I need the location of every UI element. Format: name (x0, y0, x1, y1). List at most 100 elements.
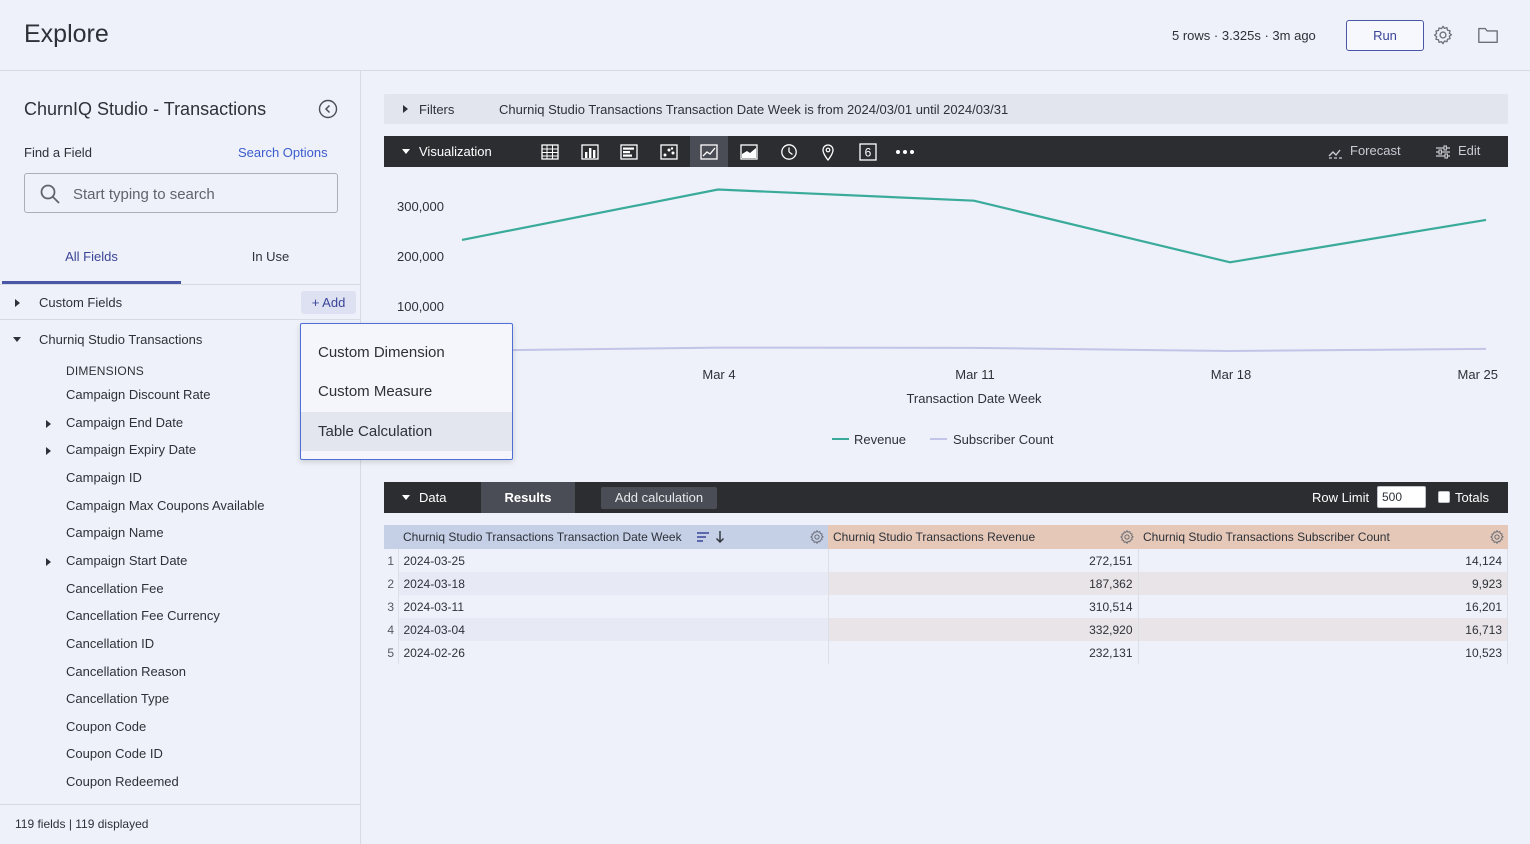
map-pin-icon[interactable] (809, 136, 847, 167)
x-tick-label: Mar 18 (1211, 367, 1251, 382)
table-row[interactable]: 1 2024-03-25 272,151 14,124 (384, 549, 1508, 572)
cell-subscriber-count[interactable]: 16,201 (1138, 595, 1508, 618)
custom-fields-label: Custom Fields (39, 295, 123, 310)
collapse-sidebar-icon[interactable] (318, 99, 338, 119)
cell-date-week[interactable]: 2024-03-18 (398, 572, 829, 595)
settings-sliders-icon[interactable] (1435, 145, 1451, 159)
menu-item-table-calculation[interactable]: Table Calculation (301, 412, 512, 451)
sidebar-field-item[interactable]: Campaign Start Date (66, 553, 187, 568)
run-button[interactable]: Run (1346, 20, 1424, 51)
table-row[interactable]: 2 2024-03-18 187,362 9,923 (384, 572, 1508, 595)
add-custom-field-button[interactable]: + Add (301, 291, 356, 314)
sidebar-field-item[interactable]: Cancellation ID (66, 636, 154, 651)
row-number: 3 (384, 595, 399, 618)
forecast-icon[interactable] (1328, 145, 1344, 159)
results-table: Churniq Studio Transactions Transaction … (384, 525, 1508, 664)
table-header-row: Churniq Studio Transactions Transaction … (384, 525, 1508, 549)
caret-right-icon[interactable] (15, 299, 20, 307)
folder-icon[interactable] (1477, 25, 1499, 45)
sort-descending-icon[interactable] (715, 530, 725, 544)
sidebar-field-item[interactable]: Campaign Max Coupons Available (66, 498, 265, 513)
cell-revenue[interactable]: 187,362 (828, 572, 1139, 595)
gear-icon[interactable] (1489, 529, 1505, 545)
caret-down-icon[interactable] (402, 495, 410, 500)
caret-right-icon[interactable] (46, 558, 51, 566)
table-row[interactable]: 4 2024-03-04 332,920 16,713 (384, 618, 1508, 641)
menu-item-custom-measure[interactable]: Custom Measure (301, 372, 512, 411)
caret-right-icon[interactable] (46, 447, 51, 455)
gear-icon[interactable] (809, 529, 825, 545)
cell-date-week[interactable]: 2024-03-11 (398, 595, 829, 618)
sidebar-field-item[interactable]: Campaign End Date (66, 415, 183, 430)
sidebar-field-item[interactable]: Campaign ID (66, 470, 142, 485)
sidebar-field-item[interactable]: Coupon Redeemed (66, 774, 179, 789)
search-box[interactable] (24, 173, 338, 213)
sidebar-field-item[interactable]: Cancellation Fee (66, 581, 164, 596)
sidebar-field-item[interactable]: Cancellation Type (66, 691, 169, 706)
table-icon[interactable] (531, 136, 569, 167)
table-row[interactable]: 3 2024-03-11 310,514 16,201 (384, 595, 1508, 618)
cell-subscriber-count[interactable]: 16,713 (1138, 618, 1508, 641)
single-value-icon[interactable]: 6 (849, 136, 887, 167)
menu-item-custom-dimension[interactable]: Custom Dimension (301, 333, 512, 372)
sidebar-field-item[interactable]: Campaign Expiry Date (66, 442, 196, 457)
row-limit-input[interactable]: 500 (1377, 486, 1426, 508)
cell-subscriber-count[interactable]: 9,923 (1138, 572, 1508, 595)
sidebar-field-item[interactable]: Campaign Name (66, 525, 164, 540)
cell-revenue[interactable]: 232,131 (828, 641, 1139, 664)
y-tick-label: 200,000 (397, 249, 444, 264)
sidebar-title: ChurnIQ Studio - Transactions (24, 99, 267, 119)
caret-down-icon[interactable] (402, 149, 410, 154)
table-row[interactable]: 5 2024-02-26 232,131 10,523 (384, 641, 1508, 664)
y-tick-label: 300,000 (397, 199, 444, 214)
pie-chart-icon[interactable] (770, 136, 808, 167)
run-stats: 5 rows · 3.325s · 3m ago (1172, 28, 1316, 43)
cell-revenue[interactable]: 272,151 (828, 549, 1139, 572)
custom-fields-row[interactable]: Custom Fields + Add (0, 286, 361, 320)
filters-bar[interactable]: Filters Churniq Studio Transactions Tran… (384, 94, 1508, 124)
column-header-subscriber-count[interactable]: Churniq Studio Transactions Subscriber C… (1138, 525, 1508, 549)
sidebar-field-item[interactable]: Cancellation Fee Currency (66, 608, 220, 623)
pivot-icon[interactable] (696, 531, 710, 543)
column-header-revenue[interactable]: Churniq Studio Transactions Revenue (828, 525, 1138, 549)
column-chart-icon[interactable] (571, 136, 609, 167)
explore-view-label[interactable]: Churniq Studio Transactions (39, 332, 202, 347)
caret-down-icon[interactable] (13, 337, 21, 342)
edit-button[interactable]: Edit (1458, 143, 1480, 158)
sidebar-field-item[interactable]: Cancellation Reason (66, 664, 186, 679)
tab-in-use[interactable]: In Use (181, 235, 360, 284)
caret-right-icon[interactable] (46, 420, 51, 428)
row-number: 5 (384, 641, 399, 664)
line-chart-svg: 100,000 200,000 300,000 Mar 4 Mar 11 Mar 18 Ma… (397, 188, 1498, 447)
scatter-icon[interactable] (650, 136, 688, 167)
forecast-button[interactable]: Forecast (1350, 143, 1401, 158)
visualization-label[interactable]: Visualization (419, 144, 492, 159)
search-options-link[interactable]: Search Options (238, 145, 328, 160)
results-tab[interactable]: Results (481, 482, 575, 513)
cell-date-week[interactable]: 2024-02-26 (398, 641, 829, 664)
cell-subscriber-count[interactable]: 10,523 (1138, 641, 1508, 664)
tab-all-fields[interactable]: All Fields (2, 235, 181, 284)
row-number: 2 (384, 572, 399, 595)
bar-chart-icon[interactable] (610, 136, 648, 167)
totals-checkbox[interactable] (1438, 491, 1450, 503)
fields-count: 119 fields | 119 displayed (15, 817, 149, 831)
line-chart-icon[interactable] (690, 136, 728, 167)
more-icon[interactable] (886, 136, 924, 167)
cell-date-week[interactable]: 2024-03-25 (398, 549, 829, 572)
caret-right-icon[interactable] (403, 105, 408, 113)
gear-icon[interactable] (1432, 24, 1454, 46)
sidebar-field-item[interactable]: Campaign Discount Rate (66, 387, 211, 402)
gear-icon[interactable] (1119, 529, 1135, 545)
area-chart-icon[interactable] (730, 136, 768, 167)
column-header-date-week[interactable]: Churniq Studio Transactions Transaction … (398, 525, 828, 549)
cell-revenue[interactable]: 310,514 (828, 595, 1139, 618)
cell-revenue[interactable]: 332,920 (828, 618, 1139, 641)
cell-date-week[interactable]: 2024-03-04 (398, 618, 829, 641)
data-label[interactable]: Data (419, 490, 446, 505)
sidebar-field-item[interactable]: Coupon Code ID (66, 746, 163, 761)
sidebar-field-item[interactable]: Coupon Code (66, 719, 146, 734)
add-calculation-button[interactable]: Add calculation (601, 487, 717, 509)
cell-subscriber-count[interactable]: 14,124 (1138, 549, 1508, 572)
search-input[interactable] (73, 182, 323, 206)
